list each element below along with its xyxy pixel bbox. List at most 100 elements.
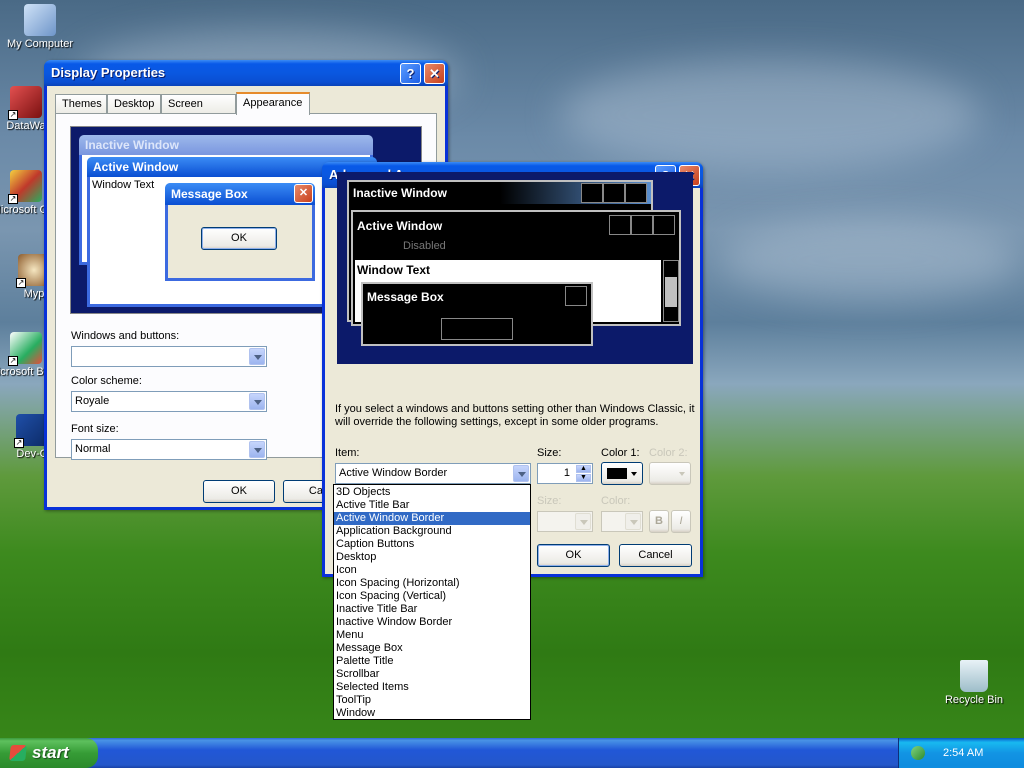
list-item[interactable]: Desktop (334, 551, 530, 564)
size-label: Size: (537, 447, 562, 459)
preview-message-title-text: Message Box (367, 290, 444, 304)
start-button[interactable]: start (0, 738, 98, 768)
preview-inactive-title-text: Inactive Window (353, 186, 447, 200)
list-item[interactable]: Palette Title (334, 655, 530, 668)
item-select[interactable]: Active Window Border (335, 463, 531, 484)
list-item[interactable]: Message Box (334, 642, 530, 655)
tab-label: Desktop (114, 98, 155, 110)
list-item[interactable]: Active Title Bar (334, 499, 530, 512)
chevron-down-icon (625, 513, 641, 530)
desktop-icon-recycle-bin[interactable]: Recycle Bin (934, 660, 1014, 706)
italic-button: I (671, 510, 691, 533)
start-label: start (32, 743, 69, 762)
list-item[interactable]: Scrollbar (334, 668, 530, 681)
minimize-icon (609, 215, 631, 235)
color-scheme-select[interactable]: Royale (71, 391, 267, 412)
preview-active-title-text: Active Window (357, 219, 443, 233)
cloud-decoration (720, 220, 1020, 300)
cancel-label: Cancel (638, 549, 673, 561)
preview-message-title: Message Box (363, 284, 591, 310)
computer-icon (24, 4, 56, 36)
list-item[interactable]: Menu (334, 629, 530, 642)
list-item[interactable]: Icon Spacing (Vertical) (334, 590, 530, 603)
tab-appearance[interactable]: Appearance (236, 92, 310, 115)
color-scheme-value: Royale (75, 395, 110, 407)
color2-label: Color 2: (649, 447, 688, 459)
close-button[interactable]: ✕ (424, 63, 445, 84)
chevron-down-icon[interactable] (513, 465, 529, 482)
close-icon (653, 215, 675, 235)
preview-ok-button: OK (201, 227, 277, 250)
list-item[interactable]: Inactive Window Border (334, 616, 530, 629)
item-dropdown-list[interactable]: 3D Objects Active Title Bar Active Window … (333, 484, 531, 720)
tab-desktop[interactable]: Desktop (107, 94, 161, 114)
tab-label: Appearance (243, 97, 303, 109)
chevron-down-icon[interactable] (249, 393, 265, 410)
chevron-down-icon[interactable] (249, 348, 265, 365)
font-size-select[interactable]: Normal (71, 439, 267, 460)
list-item[interactable]: 3D Objects (334, 486, 530, 499)
desktop-icon-my-computer[interactable]: My Computer (0, 4, 80, 50)
spin-down-icon[interactable]: ▼ (576, 474, 591, 482)
ok-label: OK (565, 549, 582, 561)
desktop-icon-label: Myp (23, 288, 45, 300)
color1-label: Color 1: (601, 447, 640, 459)
maximize-icon (631, 215, 653, 235)
windows-logo-icon (9, 745, 27, 761)
windows-buttons-label: Windows and buttons: (71, 330, 180, 342)
list-item[interactable]: Selected Items (334, 681, 530, 694)
database-icon: ↗ (8, 86, 42, 120)
list-item[interactable]: Window (334, 707, 530, 720)
preview-inactive-title-text: Inactive Window (85, 138, 179, 152)
help-button[interactable]: ? (400, 63, 421, 84)
shortcut-arrow-icon: ↗ (14, 438, 24, 448)
shortcut-arrow-icon: ↗ (8, 356, 18, 366)
list-item[interactable]: ToolTip (334, 694, 530, 707)
minimize-icon (581, 183, 603, 203)
tray-status-icon[interactable] (911, 746, 925, 760)
title-bar[interactable]: Display Properties ? ✕ (44, 60, 448, 86)
font-color-label: Color: (601, 495, 631, 507)
font-size-value: Normal (75, 443, 111, 455)
tab-screen-saver[interactable]: Screen Saver (161, 94, 236, 128)
list-item[interactable]: Application Background (334, 525, 530, 538)
close-icon: ✕ (429, 66, 440, 81)
tab-themes[interactable]: Themes (55, 94, 107, 114)
preview-inactive-title: Inactive Window (349, 182, 651, 204)
size-value: 1 (563, 467, 570, 479)
list-item[interactable]: Icon (334, 564, 530, 577)
chevron-down-icon[interactable] (249, 441, 265, 458)
chevron-down-icon (679, 472, 685, 476)
list-item[interactable]: Active Window Border (334, 512, 530, 525)
taskbar: start 2:54 AM (0, 738, 1024, 768)
visual-cpp-icon: ↗ (8, 170, 42, 204)
ok-label: OK (231, 485, 247, 497)
maximize-icon (603, 183, 625, 203)
list-item[interactable]: Inactive Title Bar (334, 603, 530, 616)
size-spinner[interactable]: 1 ▲ ▼ (537, 463, 593, 484)
windows-buttons-select[interactable] (71, 346, 267, 367)
preview-scrollbar (663, 260, 679, 322)
preview-message-title-text: Message Box (171, 187, 248, 201)
help-icon: ? (406, 66, 415, 81)
tab-label: Themes (62, 98, 102, 110)
color-scheme-label: Color scheme: (71, 375, 142, 387)
ok-button[interactable]: OK (203, 480, 275, 503)
font-size-select (537, 511, 593, 532)
preview-active-title-text: Active Window (93, 160, 179, 174)
color2-picker (649, 462, 691, 485)
window-title: Display Properties (51, 65, 166, 80)
list-item[interactable]: Icon Spacing (Horizontal) (334, 577, 530, 590)
ok-button[interactable]: OK (537, 544, 610, 567)
close-icon: ✕ (294, 184, 313, 203)
cancel-button[interactable]: Cancel (619, 544, 692, 567)
clock[interactable]: 2:54 AM (943, 738, 983, 768)
preview-message-box: Message Box (361, 282, 593, 346)
spin-up-icon[interactable]: ▲ (576, 465, 591, 473)
font-size-label: Size: (537, 495, 562, 507)
list-item[interactable]: Caption Buttons (334, 538, 530, 551)
shortcut-arrow-icon: ↗ (8, 194, 18, 204)
color1-picker[interactable] (601, 462, 643, 485)
preview-active-title: Active Window (353, 212, 679, 240)
font-size-label: Font size: (71, 423, 119, 435)
